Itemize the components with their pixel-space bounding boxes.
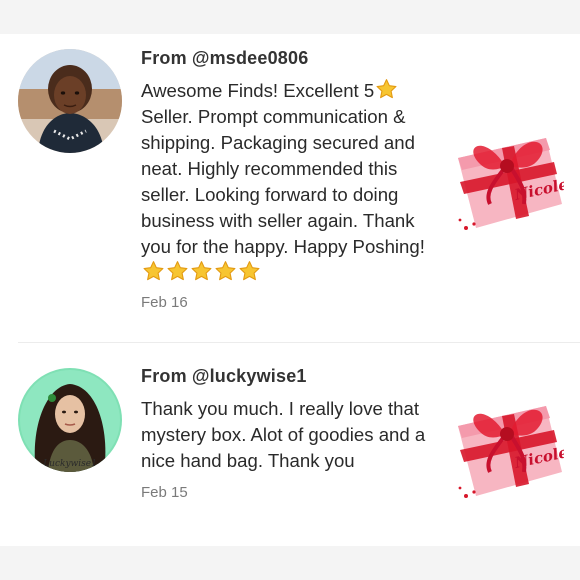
star-icon bbox=[166, 260, 189, 282]
reviewer-avatar[interactable]: Luckywise1 bbox=[18, 368, 122, 472]
star-icon bbox=[238, 260, 261, 282]
review-content: From @luckywise1 Thank you much. I really… bbox=[141, 364, 436, 501]
review-divider bbox=[18, 342, 580, 343]
avatar-photo: Luckywise1 bbox=[18, 368, 122, 472]
star-icon bbox=[214, 260, 237, 282]
review-author[interactable]: From @luckywise1 bbox=[141, 364, 436, 388]
review-item: From @msdee0806 Awesome Finds! Excellent … bbox=[0, 34, 580, 342]
username-link[interactable]: @msdee0806 bbox=[192, 48, 309, 68]
review-text-part-2: Seller. Prompt communication & shipping.… bbox=[141, 106, 425, 257]
review-date: Feb 16 bbox=[141, 294, 188, 311]
from-label: From bbox=[141, 48, 187, 68]
review-text: Awesome Finds! Excellent 5 Seller. Promp… bbox=[141, 78, 436, 286]
gift-box-image: Nicole bbox=[452, 122, 569, 236]
review-date: Feb 15 bbox=[141, 484, 188, 501]
username-link[interactable]: @luckywise1 bbox=[192, 366, 307, 386]
review-author[interactable]: From @msdee0806 bbox=[141, 46, 436, 70]
listing-thumbnail[interactable]: Nicole bbox=[452, 122, 569, 236]
avatar-signature-text: Luckywise1 bbox=[42, 459, 97, 469]
review-text-part-1: Awesome Finds! Excellent 5 bbox=[141, 80, 375, 101]
avatar-photo bbox=[18, 49, 122, 153]
star-icon bbox=[375, 78, 398, 100]
listing-thumbnail[interactable]: Nicole bbox=[452, 390, 569, 504]
review-content: From @msdee0806 Awesome Finds! Excellent … bbox=[141, 46, 436, 311]
star-icon bbox=[142, 260, 165, 282]
star-icon bbox=[190, 260, 213, 282]
reviewer-avatar[interactable] bbox=[18, 49, 122, 153]
reviews-card: From @msdee0806 Awesome Finds! Excellent … bbox=[0, 34, 580, 546]
gift-box-image: Nicole bbox=[452, 390, 569, 504]
review-text: Thank you much. I really love that myste… bbox=[141, 398, 426, 471]
from-label: From bbox=[141, 366, 187, 386]
